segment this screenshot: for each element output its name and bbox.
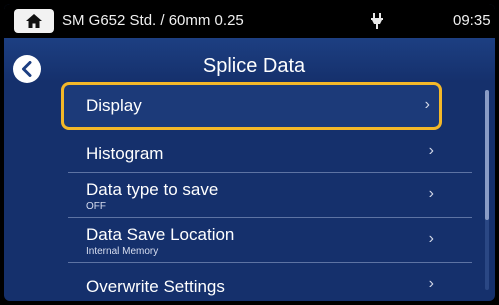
home-button[interactable] [14, 9, 54, 33]
menu-item-label: Histogram [86, 144, 164, 163]
menu-item-value: OFF [86, 201, 106, 212]
menu-item-label: Data Save Location [86, 225, 235, 244]
chevron-right-icon: › [428, 275, 434, 292]
home-icon [26, 14, 42, 28]
status-time: 09:35 [453, 12, 491, 29]
scrollbar-thumb[interactable] [485, 90, 489, 220]
menu-item-display[interactable]: Display › [68, 82, 472, 130]
chevron-right-icon: › [428, 142, 434, 159]
menu-item-label: Data type to save [86, 180, 219, 199]
status-title: SM G652 Std. / 60mm 0.25 [62, 12, 244, 29]
chevron-right-icon: › [428, 230, 434, 247]
plug-icon [371, 13, 383, 29]
chevron-right-icon: › [428, 185, 434, 202]
menu-item-histogram[interactable]: Histogram › [68, 134, 472, 173]
chevron-right-icon: › [424, 96, 430, 113]
device-screen: SM G652 Std. / 60mm 0.25 09:35 Splice Da… [4, 4, 495, 301]
menu-item-data-save-location[interactable]: Data Save Location Internal Memory › [68, 218, 472, 263]
status-bar: SM G652 Std. / 60mm 0.25 09:35 [4, 4, 495, 38]
menu-item-label: Display [86, 96, 142, 115]
menu-item-data-type-to-save[interactable]: Data type to save OFF › [68, 173, 472, 218]
page-header: Splice Data [4, 38, 495, 83]
menu-item-value: Internal Memory [86, 246, 159, 257]
page-title: Splice Data [202, 55, 306, 77]
menu-item-label: Overwrite Settings [86, 277, 225, 296]
menu-item-overwrite-settings[interactable]: Overwrite Settings › [68, 263, 472, 301]
chevron-left-icon [22, 61, 32, 77]
back-button[interactable] [13, 55, 41, 83]
